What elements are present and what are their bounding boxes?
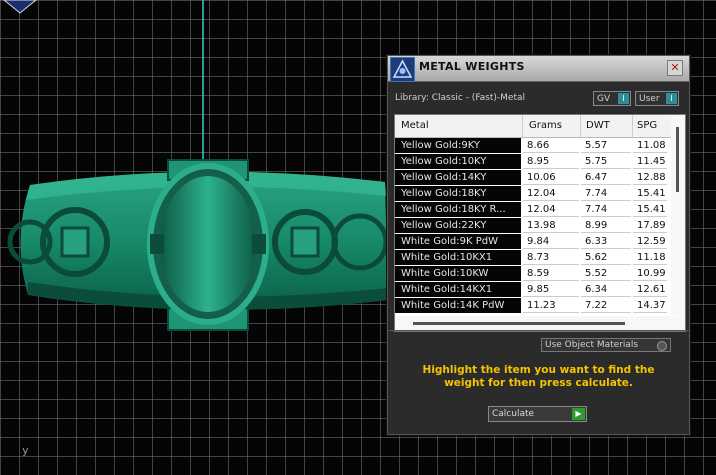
spg-cell: 12.61 xyxy=(633,282,667,297)
spg-cell: 11.18 xyxy=(633,250,667,265)
table-row[interactable]: Yellow Gold:18KY 12.04 7.74 15.41 xyxy=(395,186,667,202)
table-row[interactable]: Yellow Gold:18KY R... 12.04 7.74 15.41 xyxy=(395,202,667,218)
dwt-cell: 5.57 xyxy=(581,138,631,153)
metal-cell: White Gold:10KW xyxy=(395,266,521,281)
spg-cell: 12.59 xyxy=(633,234,667,249)
grams-cell: 8.59 xyxy=(523,266,579,281)
close-button[interactable]: ✕ xyxy=(667,60,683,76)
horizontal-scroll-thumb[interactable] xyxy=(413,322,625,325)
user-toggle-marker: I xyxy=(666,93,677,104)
viewcube-icon[interactable] xyxy=(0,0,40,14)
vertical-scrollbar[interactable] xyxy=(671,115,685,315)
grams-cell: 13.98 xyxy=(523,218,579,233)
table-row[interactable]: White Gold:14K PdW 11.23 7.22 14.37 xyxy=(395,298,667,314)
panel-title: METAL WEIGHTS xyxy=(419,60,525,73)
library-label: Library: Classic - (Fast)-Metal xyxy=(395,93,526,103)
dwt-cell: 7.74 xyxy=(581,186,631,201)
spg-cell: 11.08 xyxy=(633,138,667,153)
dwt-cell: 6.33 xyxy=(581,234,631,249)
column-header-metal[interactable]: Metal xyxy=(401,120,429,131)
grams-cell: 9.85 xyxy=(523,282,579,297)
grams-cell: 8.73 xyxy=(523,250,579,265)
divider xyxy=(388,330,689,331)
gv-toggle[interactable]: GV I xyxy=(593,91,631,106)
grams-cell: 8.95 xyxy=(523,154,579,169)
metal-cell: White Gold:14KX1 xyxy=(395,282,521,297)
metal-cell: White Gold:9K PdW xyxy=(395,234,521,249)
metal-cell: Yellow Gold:9KY xyxy=(395,138,521,153)
app-logo-icon xyxy=(390,57,415,82)
column-header-grams[interactable]: Grams xyxy=(529,120,562,131)
table-row[interactable]: White Gold:10KW 8.59 5.52 10.99 xyxy=(395,266,667,282)
table-row[interactable]: Yellow Gold:10KY 8.95 5.75 11.45 xyxy=(395,154,667,170)
metal-weights-panel: METAL WEIGHTS ✕ Library: Classic - (Fast… xyxy=(387,55,690,435)
dwt-cell: 7.74 xyxy=(581,202,631,217)
user-toggle-label: User xyxy=(639,94,660,104)
grams-cell: 10.06 xyxy=(523,170,579,185)
table-row[interactable]: White Gold:14KX1 9.85 6.34 12.61 xyxy=(395,282,667,298)
table-header: Metal Grams DWT SPG xyxy=(395,115,685,138)
metal-cell: Yellow Gold:10KY xyxy=(395,154,521,169)
grams-cell: 9.84 xyxy=(523,234,579,249)
spg-cell: 17.89 xyxy=(633,218,667,233)
grams-cell: 12.04 xyxy=(523,186,579,201)
axis-y-label: y xyxy=(22,444,29,457)
spg-cell: 10.99 xyxy=(633,266,667,281)
calculate-button[interactable]: Calculate ▶ xyxy=(488,406,587,422)
play-arrow-icon: ▶ xyxy=(572,408,585,420)
dwt-cell: 6.47 xyxy=(581,170,631,185)
metal-cell: Yellow Gold:22KY xyxy=(395,218,521,233)
dwt-cell: 6.34 xyxy=(581,282,631,297)
spg-cell: 14.37 xyxy=(633,298,667,313)
table-row[interactable]: Yellow Gold:22KY 13.98 8.99 17.89 xyxy=(395,218,667,234)
table-row[interactable]: White Gold:9K PdW 9.84 6.33 12.59 xyxy=(395,234,667,250)
user-toggle[interactable]: User I xyxy=(635,91,679,106)
dwt-cell: 5.52 xyxy=(581,266,631,281)
spg-cell: 11.45 xyxy=(633,154,667,169)
spg-cell: 15.41 xyxy=(633,202,667,217)
metal-cell: Yellow Gold:18KY xyxy=(395,186,521,201)
gv-toggle-label: GV xyxy=(597,94,611,104)
use-object-materials-toggle[interactable]: Use Object Materials xyxy=(541,338,671,352)
dwt-cell: 8.99 xyxy=(581,218,631,233)
table-row[interactable]: White Gold:10KX1 8.73 5.62 11.18 xyxy=(395,250,667,266)
metal-cell: Yellow Gold:14KY xyxy=(395,170,521,185)
use-object-materials-label: Use Object Materials xyxy=(545,340,639,350)
table-row[interactable]: Yellow Gold:9KY 8.66 5.57 11.08 xyxy=(395,138,667,154)
horizontal-scrollbar[interactable] xyxy=(395,316,685,331)
metal-cell: White Gold:14K PdW xyxy=(395,298,521,313)
dwt-cell: 5.62 xyxy=(581,250,631,265)
gv-toggle-marker: I xyxy=(618,93,629,104)
metal-cell: Yellow Gold:18KY R... xyxy=(395,202,521,217)
instruction-text: Highlight the item you want to find the … xyxy=(422,364,655,389)
column-header-dwt[interactable]: DWT xyxy=(586,120,610,131)
spg-cell: 15.41 xyxy=(633,186,667,201)
table-row[interactable]: Yellow Gold:14KY 10.06 6.47 12.88 xyxy=(395,170,667,186)
column-header-spg[interactable]: SPG xyxy=(637,120,657,131)
spg-cell: 12.88 xyxy=(633,170,667,185)
vertical-scroll-thumb[interactable] xyxy=(676,127,679,192)
metal-table: Metal Grams DWT SPG Yellow Gold:9KY 8.66 5… xyxy=(394,114,686,332)
calculate-label: Calculate xyxy=(492,409,535,419)
grams-cell: 11.23 xyxy=(523,298,579,313)
panel-titlebar[interactable]: METAL WEIGHTS ✕ xyxy=(388,56,689,82)
metal-cell: White Gold:10KX1 xyxy=(395,250,521,265)
grams-cell: 12.04 xyxy=(523,202,579,217)
grams-cell: 8.66 xyxy=(523,138,579,153)
dwt-cell: 7.22 xyxy=(581,298,631,313)
radio-icon xyxy=(657,341,667,351)
dwt-cell: 5.75 xyxy=(581,154,631,169)
